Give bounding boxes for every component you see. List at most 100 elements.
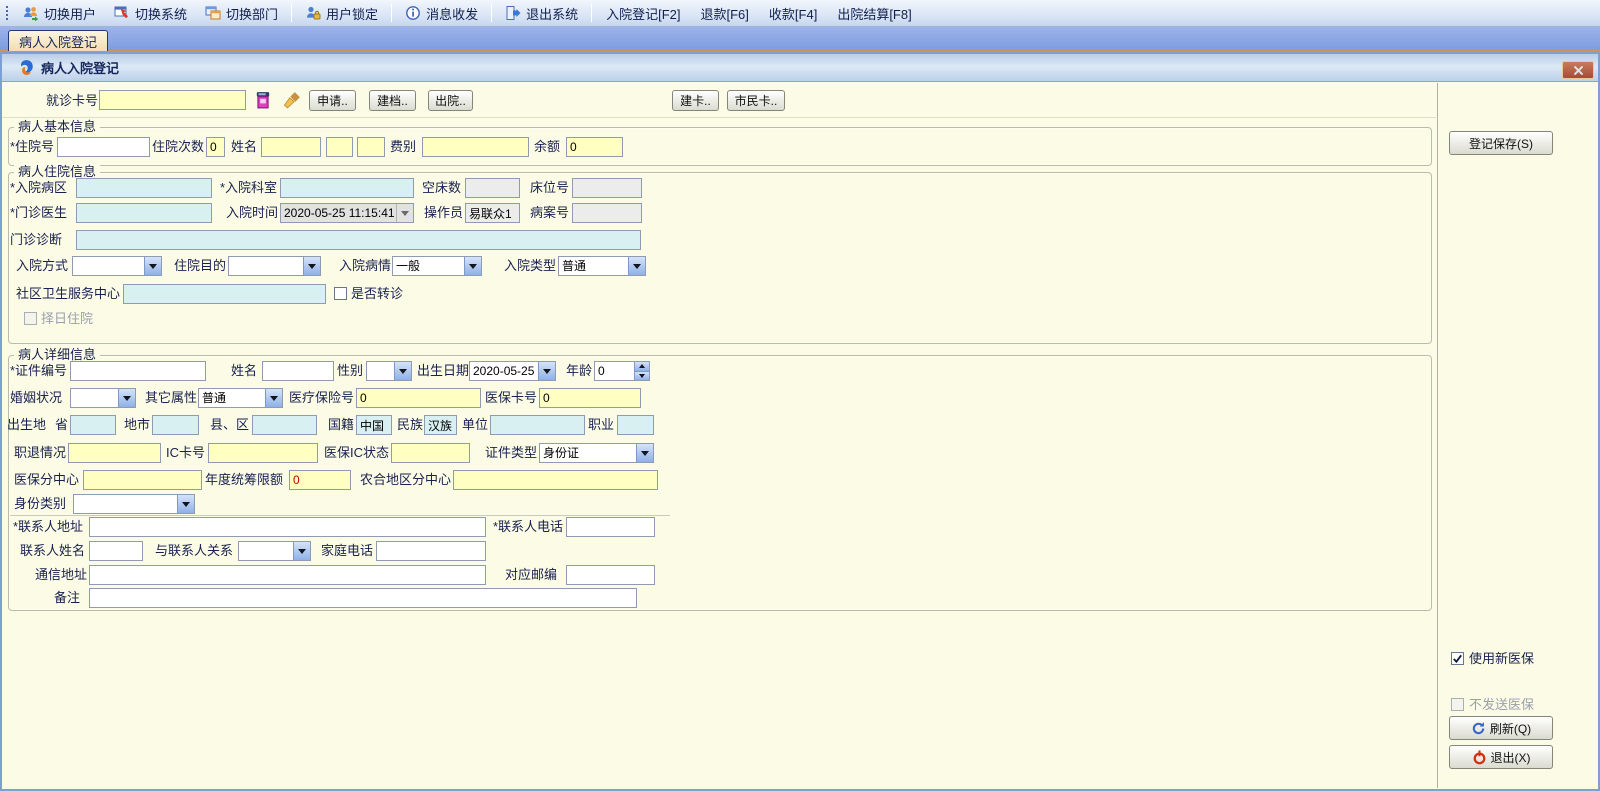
chevron-down-icon [182,501,190,507]
county-input[interactable] [252,415,317,435]
admission-time-value: 2020-05-25 11:15:41 [284,206,395,220]
discharge-settle-f8-button[interactable]: 出院结算[F8] [828,1,920,26]
register-save-button[interactable]: 登记保存(S) [1449,131,1553,155]
create-archive-button[interactable]: 建档.. [369,90,416,111]
birth-date-combo[interactable]: 2020-05-25 [469,361,556,381]
operator-input[interactable] [465,203,520,223]
admission-method-combo[interactable] [72,256,162,276]
card-no-input[interactable] [99,90,246,110]
doctor-input[interactable] [76,203,212,223]
purpose-dropdown-button[interactable] [303,257,320,275]
switch-user-button[interactable]: 切换用户 [15,1,104,26]
admission-type-combo[interactable]: 普通 [558,256,646,276]
insurance-card-input[interactable] [539,388,641,408]
empty-beds-input[interactable] [465,178,520,198]
unit-input[interactable] [490,415,585,435]
switch-system-button[interactable]: 切换系统 [106,1,195,26]
condition-dropdown-button[interactable] [464,257,481,275]
zip-code-input[interactable] [566,565,655,585]
detail-name-input[interactable] [262,361,334,381]
age-stepper[interactable]: 0 [594,361,650,381]
other-attr-combo[interactable]: 普通 [198,388,283,408]
id-type-combo[interactable]: 身份证 [539,443,654,463]
switch-system-label: 切换系统 [135,6,188,22]
purpose-combo[interactable] [228,256,321,276]
discharge-button[interactable]: 出院.. [428,90,473,111]
exit-system-button[interactable]: 退出系统 [497,1,586,26]
inpatient-no-input[interactable] [57,137,150,157]
ward-input[interactable] [76,178,212,198]
ic-card-input[interactable] [208,443,318,463]
admission-method-dropdown-button[interactable] [144,257,161,275]
close-button[interactable] [1562,61,1594,79]
switch-department-button[interactable]: 切换部门 [197,1,286,26]
admission-time-combo[interactable]: 2020-05-25 11:15:41 [280,203,414,223]
diagnosis-input[interactable] [76,230,641,250]
tab-patient-admission[interactable]: 病人入院登记 [8,30,109,51]
birth-date-dropdown-button[interactable] [538,362,555,380]
refresh-button[interactable]: 刷新(Q) [1449,716,1553,740]
admission-time-dropdown-button[interactable] [396,204,413,222]
exit-button[interactable]: 退出(X) [1449,745,1553,769]
marital-dropdown-button[interactable] [118,389,135,407]
id-no-input[interactable] [70,361,206,381]
toolbar-grip[interactable] [4,4,9,22]
gender-combo[interactable] [366,361,412,381]
identity-category-combo[interactable] [73,494,195,514]
birth-date-label: 出生日期 [417,363,470,378]
citizen-card-button[interactable]: 市民卡.. [727,90,785,111]
apply-button[interactable]: 申请.. [309,90,356,111]
contact-relation-dropdown-button[interactable] [293,542,310,560]
use-new-insurance-checkbox[interactable] [1451,652,1464,665]
occupation-input[interactable] [617,415,654,435]
empty-beds-label: 空床数 [422,180,462,195]
condition-combo[interactable]: 一般 [392,256,482,276]
patient-name-extra2-input[interactable] [357,137,385,157]
community-label: 社区卫生服务中心 [16,286,121,301]
other-attr-dropdown-button[interactable] [265,389,282,407]
home-phone-input[interactable] [376,541,486,561]
marital-combo[interactable] [70,388,136,408]
contact-phone-input[interactable] [566,517,655,537]
admission-type-dropdown-button[interactable] [628,257,645,275]
gender-dropdown-button[interactable] [394,362,411,380]
dept-input[interactable] [280,178,414,198]
balance-input[interactable] [566,137,623,157]
bed-no-input[interactable] [572,178,642,198]
refund-f6-button[interactable]: 退款[F6] [692,1,758,26]
patient-name-input[interactable] [261,137,321,157]
nationality-input[interactable] [356,415,392,435]
employment-input[interactable] [68,443,161,463]
card-reader-button[interactable] [252,89,274,111]
create-card-button[interactable]: 建卡.. [672,90,719,111]
ethnicity-input[interactable] [424,415,457,435]
record-no-input[interactable] [572,203,642,223]
insurance-branch-input[interactable] [83,470,202,490]
messages-button[interactable]: 消息收发 [397,1,486,26]
admission-register-f2-button[interactable]: 入院登记[F2] [597,1,689,26]
contact-name-input[interactable] [89,541,143,561]
province-input[interactable] [70,415,116,435]
collect-f4-button[interactable]: 收款[F4] [760,1,826,26]
age-up-button[interactable] [634,362,649,371]
age-down-button[interactable] [634,370,649,380]
insurance-ic-input[interactable] [391,443,470,463]
mail-address-input[interactable] [89,565,486,585]
fee-type-input[interactable] [422,137,529,157]
remark-input[interactable] [89,588,637,608]
insurance-no-input[interactable] [356,388,481,408]
contact-address-input[interactable] [89,517,486,537]
community-input[interactable] [123,284,326,304]
admission-count-input[interactable] [206,137,225,157]
identity-category-dropdown-button[interactable] [177,495,194,513]
patient-name-extra1-input[interactable] [326,137,353,157]
user-lock-button[interactable]: 用户锁定 [297,1,386,26]
contact-relation-combo[interactable] [238,541,311,561]
messages-info-icon [406,6,420,20]
annual-limit-input[interactable] [289,470,351,490]
id-type-dropdown-button[interactable] [636,444,653,462]
rural-branch-input[interactable] [453,470,658,490]
clear-broom-button[interactable] [281,89,303,111]
referral-checkbox[interactable] [334,287,347,300]
city-input[interactable] [152,415,199,435]
